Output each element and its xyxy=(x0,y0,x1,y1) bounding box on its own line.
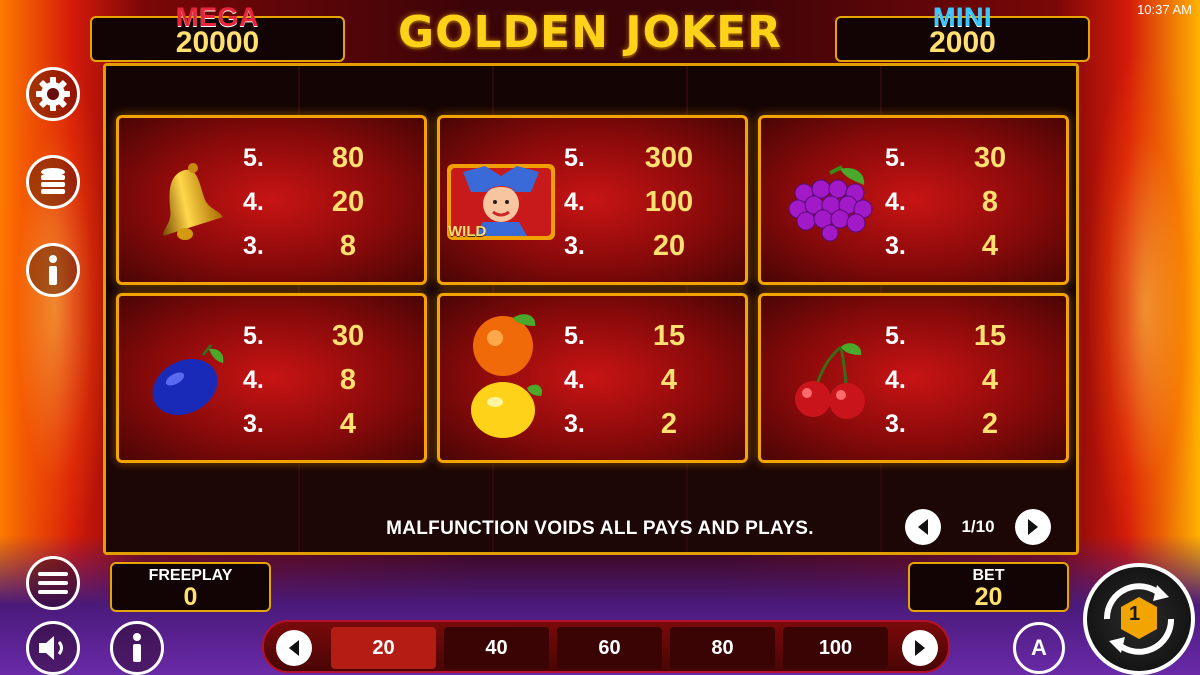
pay-count: 3. xyxy=(243,231,264,260)
pay-value: 8 xyxy=(339,229,357,262)
pay-value: 20 xyxy=(652,229,686,262)
bet-option[interactable]: 40 xyxy=(444,627,549,669)
cherries-icon xyxy=(775,326,885,436)
pay-value: 15 xyxy=(973,319,1007,352)
pay-value: 2 xyxy=(660,407,678,440)
pay-value: 8 xyxy=(981,185,999,218)
sound-button[interactable] xyxy=(26,621,80,675)
info-side-button[interactable] xyxy=(26,243,80,297)
pay-value: 15 xyxy=(652,319,686,352)
info-icon xyxy=(133,633,141,662)
autoplay-button[interactable]: A xyxy=(1013,622,1065,674)
next-page-button[interactable] xyxy=(1015,509,1051,545)
mega-jackpot-display: MEGA 20000 xyxy=(90,2,345,62)
paytable-card-cherries: 5. 15 4. 4 3. 2 xyxy=(758,293,1069,463)
chevron-left-icon xyxy=(918,519,928,535)
bet-option[interactable]: 100 xyxy=(783,627,888,669)
pay-count: 4. xyxy=(564,187,585,216)
mini-jackpot-display: MINI 2000 xyxy=(835,2,1090,62)
bet-increase-button[interactable] xyxy=(902,630,938,666)
info-icon xyxy=(49,255,57,285)
pay-count: 4. xyxy=(885,365,906,394)
paytable-card-orange-lemon: 5. 15 4. 4 3. 2 xyxy=(437,293,748,463)
paytable-card-grapes: 5. 30 4. 8 3. 4 xyxy=(758,115,1069,285)
pay-value: 4 xyxy=(981,229,999,262)
chevron-right-icon xyxy=(1028,519,1038,535)
paytable-card-bell: 5. 80 4. 20 3. 8 xyxy=(116,115,427,285)
bet-display: BET 20 xyxy=(908,562,1069,612)
mini-jackpot-value: 2000 xyxy=(929,26,996,59)
info-bottom-button[interactable] xyxy=(110,621,164,675)
autoplay-icon: A xyxy=(1031,635,1047,660)
bet-option[interactable]: 80 xyxy=(670,627,775,669)
paytable-pagination: 1/10 xyxy=(905,508,1051,546)
plum-icon xyxy=(133,326,243,436)
menu-button[interactable] xyxy=(26,556,80,610)
pay-count: 3. xyxy=(885,409,906,438)
orange-lemon-icon xyxy=(454,308,564,448)
bet-option[interactable]: 20 xyxy=(331,627,436,669)
pay-value: 2 xyxy=(981,407,999,440)
bell-icon xyxy=(133,148,243,258)
pay-value: 30 xyxy=(331,319,365,352)
pay-value: 8 xyxy=(339,363,357,396)
pay-count: 4. xyxy=(243,365,264,394)
pay-count: 5. xyxy=(564,143,585,172)
pay-count: 5. xyxy=(243,321,264,350)
status-clock: 10:37 AM xyxy=(1137,2,1192,17)
pay-count: 5. xyxy=(885,143,906,172)
coins-button[interactable] xyxy=(26,155,80,209)
pay-value: 4 xyxy=(339,407,357,440)
freeplay-value: 0 xyxy=(183,583,198,611)
settings-button[interactable] xyxy=(26,67,80,121)
bet-value: 20 xyxy=(974,583,1003,611)
freeplay-display: FREEPLAY 0 xyxy=(110,562,271,612)
pay-value: 300 xyxy=(644,141,694,174)
pay-count: 5. xyxy=(243,143,264,172)
left-fire-glow xyxy=(0,60,110,555)
spin-button[interactable]: 1 xyxy=(1083,563,1195,675)
pay-count: 4. xyxy=(885,187,906,216)
pay-value: 30 xyxy=(973,141,1007,174)
mega-jackpot-value: 20000 xyxy=(175,26,260,59)
pay-count: 4. xyxy=(564,365,585,394)
pay-count: 3. xyxy=(243,409,264,438)
bet-decrease-button[interactable] xyxy=(276,630,312,666)
pay-value: 20 xyxy=(331,185,365,218)
bet-option[interactable]: 60 xyxy=(557,627,662,669)
coin-stack-icon xyxy=(41,168,65,194)
game-logo: GOLDEN JOKER 100 xyxy=(345,4,835,116)
right-fire-glow xyxy=(1090,60,1200,555)
speaker-icon xyxy=(39,636,63,660)
spin-button-label: 1 xyxy=(1129,603,1141,625)
chevron-left-icon xyxy=(289,640,299,656)
pay-count: 4. xyxy=(243,187,264,216)
gear-icon xyxy=(36,77,70,111)
pay-value: 4 xyxy=(981,363,999,396)
page-indicator: 1/10 xyxy=(961,517,995,536)
pay-count: 5. xyxy=(885,321,906,350)
bet-selector: 20 40 60 80 100 xyxy=(262,620,950,673)
chevron-right-icon xyxy=(915,640,925,656)
pay-count: 5. xyxy=(564,321,585,350)
pay-count: 3. xyxy=(564,409,585,438)
paytable-card-plum: 5. 30 4. 8 3. 4 xyxy=(116,293,427,463)
pay-value: 4 xyxy=(660,363,678,396)
pay-count: 3. xyxy=(564,231,585,260)
pay-value: 80 xyxy=(331,141,365,174)
pay-value: 100 xyxy=(644,185,694,218)
hamburger-menu-icon xyxy=(38,572,68,594)
grapes-icon xyxy=(775,148,885,258)
wild-label: WILD xyxy=(448,223,487,240)
joker-wild-icon: WILD xyxy=(442,148,560,258)
pay-count: 3. xyxy=(885,231,906,260)
prev-page-button[interactable] xyxy=(905,509,941,545)
paytable-card-wild: WILD 5. 300 4. 100 3. 20 xyxy=(437,115,748,285)
paytable-board: 5. 80 4. 20 3. 8 WILD 5. 300 4. 100 3. 20 xyxy=(103,63,1079,555)
